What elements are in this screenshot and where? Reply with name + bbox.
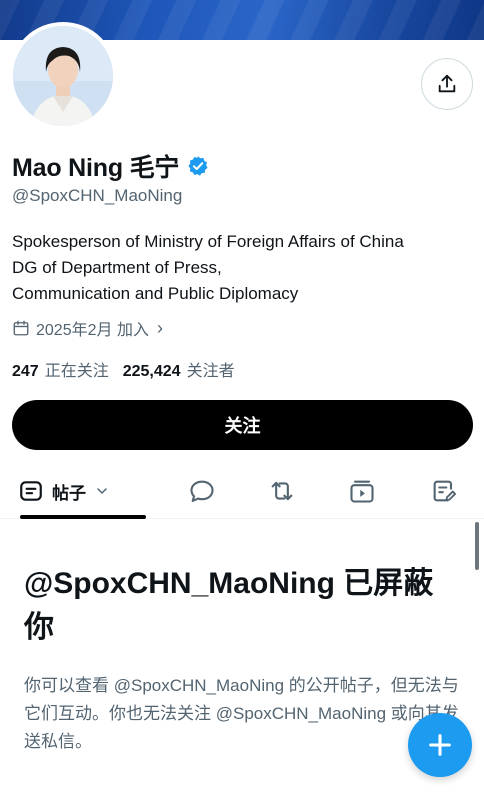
follow-stats: 247 正在关注 225,424 关注者 xyxy=(12,357,235,381)
display-name: Mao Ning 毛宁 xyxy=(12,154,180,182)
posts-icon xyxy=(20,481,42,501)
tab-articles[interactable] xyxy=(430,477,458,505)
chevron-down-icon xyxy=(97,488,107,494)
joined-date: 2025年2月 加入 xyxy=(36,322,149,339)
handle: @SpoxCHN_MaoNing xyxy=(12,186,183,205)
scrollbar[interactable] xyxy=(475,522,479,570)
name-row: Mao Ning 毛宁 xyxy=(12,148,209,184)
followers-label: 关注者 xyxy=(186,363,235,380)
share-button[interactable] xyxy=(421,58,473,110)
tab-media[interactable] xyxy=(348,477,376,505)
avatar[interactable] xyxy=(9,22,117,130)
blocked-description: 你可以查看 @SpoxCHN_MaoNing 的公开帖子，但无法与它们互动。你也… xyxy=(24,676,459,751)
active-tab-indicator xyxy=(20,515,146,519)
followers-stat[interactable]: 225,424 关注者 xyxy=(123,357,235,381)
calendar-icon xyxy=(13,320,29,336)
following-label: 正在关注 xyxy=(44,363,109,380)
blocked-title: @SpoxCHN_MaoNing 已屏蔽你 xyxy=(24,567,434,644)
reply-icon xyxy=(190,480,214,502)
joined-date-link[interactable]: 2025年2月 加入 › xyxy=(12,316,163,340)
bio: Spokesperson of Ministry of Foreign Affa… xyxy=(12,229,474,307)
bio-line: DG of Department of Press, xyxy=(12,258,222,277)
following-count: 247 xyxy=(12,363,39,380)
compose-button[interactable] xyxy=(408,713,472,777)
profile-tabs: 帖子 xyxy=(0,465,484,519)
follow-button[interactable]: 关注 xyxy=(12,400,473,450)
tab-reposts[interactable] xyxy=(268,477,296,505)
chevron-right-icon: › xyxy=(156,317,163,338)
compose-plus-icon xyxy=(429,734,451,756)
avatar-image xyxy=(13,26,113,126)
bio-line: Communication and Public Diplomacy xyxy=(12,284,299,303)
followers-count: 225,424 xyxy=(122,363,181,380)
bio-line: Spokesperson of Ministry of Foreign Affa… xyxy=(12,232,404,251)
media-icon xyxy=(350,480,374,503)
share-icon xyxy=(438,74,456,93)
tab-replies[interactable] xyxy=(188,477,216,505)
following-stat[interactable]: 247 正在关注 xyxy=(12,357,109,381)
repost-icon xyxy=(271,481,293,501)
tab-posts-label: 帖子 xyxy=(52,483,86,503)
verified-badge-icon[interactable] xyxy=(187,155,209,177)
tab-posts[interactable]: 帖子 xyxy=(18,465,110,517)
articles-icon xyxy=(433,480,457,502)
